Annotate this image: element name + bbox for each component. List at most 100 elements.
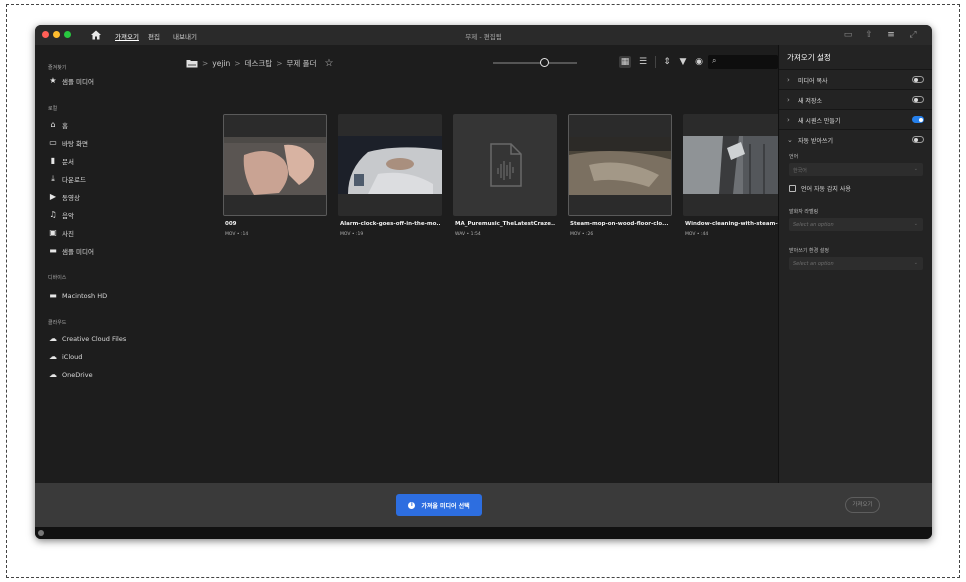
auto-transcribe-toggle[interactable] xyxy=(912,136,924,143)
speaker-labeling-label: 발화자 라벨링 xyxy=(789,209,819,215)
language-select-value: 한국어 xyxy=(793,168,807,174)
sidebar-item-videos[interactable]: ▶ 동영상 xyxy=(48,191,80,203)
setting-row-auto-transcribe[interactable]: ⌄ 자동 받아쓰기 xyxy=(779,129,932,149)
filter-icon[interactable]: ▼ xyxy=(677,56,689,68)
sidebar-item-documents[interactable]: ▮ 문서 xyxy=(48,155,74,167)
sidebar-item-photos[interactable]: ▣ 사진 xyxy=(48,227,74,239)
sidebar-item-label: iCloud xyxy=(62,353,83,361)
video-thumbnail-image xyxy=(338,114,442,216)
search-input[interactable]: ⌕ xyxy=(708,55,778,69)
chevron-down-icon[interactable]: ⌄ xyxy=(787,136,793,144)
sidebar-item-label: Creative Cloud Files xyxy=(62,335,127,343)
document-icon: ▮ xyxy=(50,156,56,165)
checkbox-label: 언어 자동 감지 사용 xyxy=(801,186,851,193)
chevron-right-icon[interactable]: › xyxy=(787,116,790,124)
thumbnail-size-slider-thumb[interactable] xyxy=(540,58,549,67)
media-meta: MOV • :26 xyxy=(570,232,594,237)
sidebar-item-label: 샘플 미디어 xyxy=(62,78,94,86)
sidebar-item-label: 동영상 xyxy=(62,194,80,202)
import-settings-panel: 가져오기 설정 › 미디어 복사 › 새 저장소 › 새 시퀀스 만들기 ⌄ 자… xyxy=(778,45,932,483)
setting-row-copy-media[interactable]: › 미디어 복사 xyxy=(779,69,932,89)
chevron-right-icon[interactable]: › xyxy=(787,96,790,104)
grid-view-icon[interactable]: ▦ xyxy=(619,56,631,68)
status-indicator-icon[interactable] xyxy=(38,530,44,536)
sidebar-item-sample-media-favorite[interactable]: ★ 샘플 미디어 xyxy=(48,75,94,87)
sidebar-heading-devices: 디바이스 xyxy=(48,275,67,281)
auto-detect-language-checkbox[interactable]: 언어 자동 감지 사용 xyxy=(789,184,851,193)
sidebar-item-label: 바탕 화면 xyxy=(62,140,88,148)
setting-label: 자동 받아쓰기 xyxy=(798,138,834,145)
checkbox-icon[interactable] xyxy=(789,185,796,192)
setting-row-new-bin[interactable]: › 새 저장소 xyxy=(779,89,932,109)
select-media-button[interactable]: i 가져올 미디어 선택 xyxy=(396,494,482,516)
media-browser: > yejin > 데스크탑 > 무제 폴더 ☆ ▦ ☰ ⇕ ▼ ◉ ⌕ 009… xyxy=(182,45,787,483)
panels-icon[interactable]: ≡ xyxy=(886,30,896,40)
search-icon: ⌕ xyxy=(712,56,717,65)
breadcrumb: > yejin > 데스크탑 > 무제 폴더 ☆ xyxy=(186,57,333,69)
sidebar-item-onedrive[interactable]: ☁ OneDrive xyxy=(48,369,93,381)
media-thumbnail[interactable] xyxy=(223,114,327,216)
sidebar-item-label: OneDrive xyxy=(62,371,93,379)
breadcrumb-item-untitled-folder[interactable]: 무제 폴더 xyxy=(286,58,316,69)
list-view-icon[interactable]: ☰ xyxy=(637,56,649,68)
sort-icon[interactable]: ⇕ xyxy=(661,56,673,68)
transcribe-preferences-placeholder: Select an option xyxy=(793,261,834,267)
sidebar-heading-favorites: 즐겨찾기 xyxy=(48,65,67,71)
bottom-bar: i 가져올 미디어 선택 가져오기 xyxy=(35,483,932,527)
sidebar-item-macintosh-hd[interactable]: ▬ Macintosh HD xyxy=(48,290,107,302)
chevron-down-icon: ⌄ xyxy=(913,166,918,172)
star-outline-icon[interactable]: ☆ xyxy=(324,58,333,69)
media-thumbnail[interactable] xyxy=(453,114,557,216)
copy-media-toggle[interactable] xyxy=(912,76,924,83)
sidebar-item-desktop[interactable]: ▭ 바탕 화면 xyxy=(48,137,88,149)
cloud-icon: ☁ xyxy=(49,334,57,343)
transcribe-preferences-select[interactable]: Select an option ⌄ xyxy=(789,257,923,270)
folder-icon[interactable] xyxy=(186,59,198,68)
media-thumbnail[interactable] xyxy=(683,114,787,216)
create-sequence-toggle[interactable] xyxy=(912,116,924,123)
sidebar-item-creative-cloud[interactable]: ☁ Creative Cloud Files xyxy=(48,333,126,345)
sidebar-item-label: 사진 xyxy=(62,230,74,238)
fullscreen-icon[interactable]: ⤢ xyxy=(908,30,918,40)
breadcrumb-item-yejin[interactable]: yejin xyxy=(212,59,230,68)
sidebar-item-sample-media[interactable]: ▬ 샘플 미디어 xyxy=(48,245,94,257)
sidebar-item-home[interactable]: ⌂ 홈 xyxy=(48,119,68,131)
speaker-labeling-placeholder: Select an option xyxy=(793,222,834,228)
download-icon: ⤓ xyxy=(51,174,55,183)
breadcrumb-separator: > xyxy=(234,58,241,68)
info-icon: i xyxy=(408,501,416,509)
breadcrumb-separator: > xyxy=(276,58,283,68)
media-thumbnail[interactable] xyxy=(338,114,442,216)
cloud-icon: ☁ xyxy=(49,352,57,361)
thumbnail-size-slider-track[interactable] xyxy=(493,62,577,64)
share-icon[interactable]: ⇧ xyxy=(864,30,874,40)
music-icon: ♫ xyxy=(49,210,57,219)
title-bar: 가져오기 편집 내보내기 무제 - 편집됨 ▭ ⇧ ≡ ⤢ xyxy=(35,25,932,45)
quick-export-icon[interactable]: ▭ xyxy=(843,30,853,40)
media-thumbnail[interactable] xyxy=(568,114,672,216)
window-title: 무제 - 편집됨 xyxy=(465,33,502,41)
view-eye-icon[interactable]: ◉ xyxy=(693,56,705,68)
sidebar-item-label: 다운로드 xyxy=(62,176,86,184)
breadcrumb-item-desktop[interactable]: 데스크탑 xyxy=(245,58,273,69)
media-name: Steam-mop-on-wood-floor-clo... xyxy=(570,221,669,227)
chevron-right-icon[interactable]: › xyxy=(787,76,790,84)
sidebar-item-label: 샘플 미디어 xyxy=(62,248,94,256)
breadcrumb-separator: > xyxy=(202,58,209,68)
sidebar-item-music[interactable]: ♫ 음악 xyxy=(48,209,74,221)
video-icon: ▶ xyxy=(49,192,57,201)
language-label: 언어 xyxy=(789,154,799,160)
photo-icon: ▣ xyxy=(49,228,57,237)
import-button[interactable]: 가져오기 xyxy=(845,497,880,513)
folder-icon: ▬ xyxy=(49,291,57,300)
language-select[interactable]: 한국어 ⌄ xyxy=(789,163,923,176)
new-bin-toggle[interactable] xyxy=(912,96,924,103)
speaker-labeling-select[interactable]: Select an option ⌄ xyxy=(789,218,923,231)
transcribe-preferences-label: 받아쓰기 환경 설정 xyxy=(789,248,829,254)
media-meta: MOV • :19 xyxy=(340,232,364,237)
sidebar-item-downloads[interactable]: ⤓ 다운로드 xyxy=(48,173,86,185)
sidebar-item-icloud[interactable]: ☁ iCloud xyxy=(48,351,82,363)
media-name: Window-cleaning-with-steam-9... xyxy=(685,221,785,227)
setting-label: 새 시퀀스 만들기 xyxy=(798,118,841,125)
setting-row-create-sequence[interactable]: › 새 시퀀스 만들기 xyxy=(779,109,932,129)
